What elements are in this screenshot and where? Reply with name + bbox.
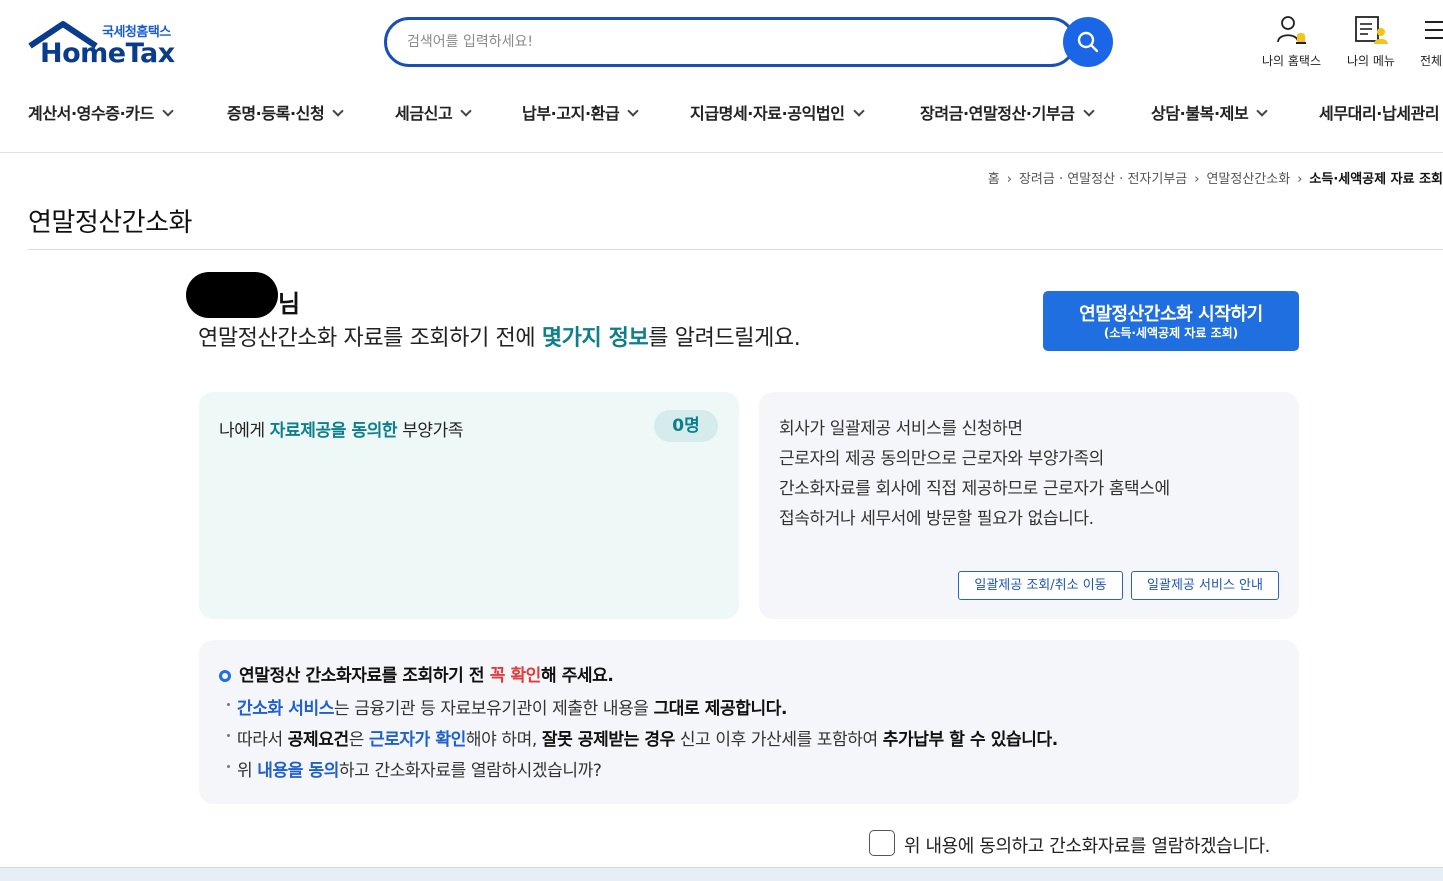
pre-check-notice: 연말정산 간소화자료를 조회하기 전 꼭 확인해 주세요. 간소화 서비스는 금…	[199, 640, 1299, 804]
menu-user-icon	[1355, 16, 1388, 44]
search-button[interactable]	[1063, 17, 1113, 67]
intro-text: 연말정산간소화 자료를 조회하기 전에 몇가지 정보를 알려드릴게요.	[198, 326, 801, 351]
notice-row-2: 따라서 공제요건은 근로자가 확인해야 하며, 잘못 공제받는 경우 신고 이후…	[227, 725, 1058, 750]
breadcrumb-level-1[interactable]: 장려금 · 연말정산 · 전자기부금	[1019, 172, 1187, 187]
bulk-service-guide-button[interactable]: 일괄제공 서비스 안내	[1131, 571, 1279, 600]
agree-checkbox[interactable]	[869, 830, 895, 856]
all-menu-label: 전체	[1419, 54, 1443, 68]
page-title: 연말정산간소화	[28, 208, 192, 238]
logo-main-text: HomeTax	[40, 38, 175, 69]
gnb-item-consult[interactable]: 상담·불복·제보	[1151, 100, 1268, 124]
chevron-down-icon	[852, 105, 865, 117]
all-menu-link[interactable]: 전체	[1419, 14, 1443, 69]
breadcrumb-current: 소득·세액공제 자료 조회	[1309, 172, 1443, 187]
chevron-down-icon	[162, 105, 174, 117]
info-line: 회사가 일괄제공 서비스를 신청하면	[779, 419, 1023, 439]
header-divider	[0, 152, 1443, 153]
gnb-item-statements[interactable]: 지급명세·자료·공익법인	[690, 100, 865, 124]
chevron-right-icon: ›	[1006, 172, 1012, 187]
chevron-down-icon	[332, 105, 344, 117]
breadcrumb-level-2[interactable]: 연말정산간소화	[1206, 172, 1290, 187]
bullet-dot-icon	[227, 734, 230, 737]
intro-highlight: 몇가지 정보	[541, 326, 649, 351]
title-divider	[28, 249, 1443, 250]
my-menu-label: 나의 메뉴	[1347, 54, 1395, 68]
bullet-dot-icon	[227, 703, 230, 706]
search-icon	[1077, 31, 1099, 53]
header: 국세청홈택스 HomeTax 나의 홈택스 나의 메뉴	[0, 0, 1443, 86]
breadcrumb-home[interactable]: 홈	[988, 172, 1000, 187]
dependents-count-badge: 0명	[654, 410, 718, 442]
gnb-item-payment[interactable]: 납부·고지·환급	[522, 100, 639, 124]
my-hometax-label: 나의 홈택스	[1262, 54, 1322, 68]
agree-label[interactable]: 위 내용에 동의하고 간소화자료를 열람하겠습니다.	[904, 832, 1270, 858]
consenting-dependents-label: 나에게 자료제공을 동의한 부양가족	[219, 421, 464, 441]
hometax-logo[interactable]: 국세청홈택스 HomeTax	[28, 18, 188, 70]
notice-row-3: 위 내용을 동의하고 간소화자료를 열람하시겠습니까?	[227, 756, 602, 781]
global-nav: 계산서·영수증·카드 증명·등록·신청 세금신고 납부·고지·환급 지급명세·자…	[0, 90, 1443, 134]
my-hometax-link[interactable]: 나의 홈택스	[1262, 14, 1321, 69]
search-box[interactable]	[384, 17, 1076, 67]
consenting-dependents-card: 나에게 자료제공을 동의한 부양가족 0명	[199, 392, 739, 619]
redacted-user-name	[186, 272, 278, 318]
user-bell-icon	[1276, 16, 1306, 44]
hamburger-icon	[1425, 21, 1443, 39]
notice-heading: 연말정산 간소화자료를 조회하기 전 꼭 확인해 주세요.	[219, 661, 614, 686]
bulk-provision-info-card: 회사가 일괄제공 서비스를 신청하면 근로자의 제공 동의만으로 근로자와 부양…	[759, 392, 1299, 619]
bulk-lookup-cancel-button[interactable]: 일괄제공 조회/취소 이동	[958, 571, 1123, 600]
my-menu-link[interactable]: 나의 메뉴	[1347, 14, 1395, 69]
chevron-right-icon: ›	[1194, 172, 1200, 187]
gnb-item-year-end[interactable]: 장려금·연말정산·기부금	[920, 100, 1095, 124]
chevron-down-icon	[460, 105, 472, 117]
info-line: 간소화자료를 회사에 직접 제공하므로 근로자가 홈택스에	[779, 479, 1170, 499]
chevron-right-icon: ›	[1297, 172, 1303, 187]
gnb-item-tax-filing[interactable]: 세금신고	[395, 100, 472, 124]
honorific-suffix: 님	[278, 290, 301, 318]
breadcrumb: 홈 › 장려금 · 연말정산 · 전자기부금 › 연말정산간소화 › 소득·세액공제 자료 …	[988, 168, 1443, 187]
info-line: 접속하거나 세무서에 방문할 필요가 없습니다.	[779, 509, 1094, 529]
search-input[interactable]	[407, 31, 1047, 53]
info-line: 근로자의 제공 동의만으로 근로자와 부양가족의	[779, 449, 1104, 469]
chevron-down-icon	[1082, 105, 1095, 117]
chevron-down-icon	[1256, 105, 1268, 117]
bottom-strip	[0, 867, 1443, 881]
gnb-item-invoice[interactable]: 계산서·영수증·카드	[28, 100, 174, 124]
start-simplified-service-button[interactable]: 연말정산간소화 시작하기 (소득·세액공제 자료 조회)	[1043, 291, 1299, 351]
gnb-item-tax-agent[interactable]: 세무대리·납세관리	[1319, 100, 1440, 124]
chevron-down-icon	[627, 105, 639, 117]
bullet-dot-icon	[227, 765, 230, 768]
notice-row-1: 간소화 서비스는 금융기관 등 자료보유기관이 제출한 내용을 그대로 제공합니…	[227, 694, 787, 719]
gnb-item-certificate[interactable]: 증명·등록·신청	[227, 100, 344, 124]
ring-bullet-icon	[219, 670, 231, 682]
